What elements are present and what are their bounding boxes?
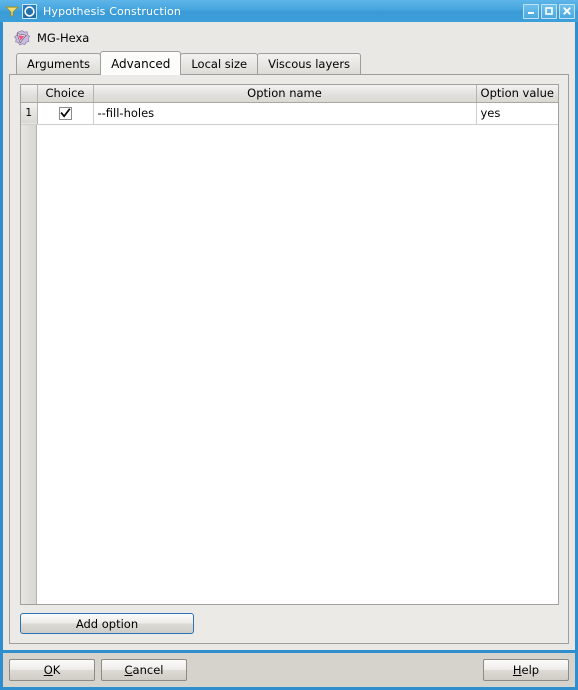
cancel-label-rest: ancel [132,663,164,677]
hypothesis-icon [22,3,37,19]
add-option-button[interactable]: Add option [20,613,194,634]
ok-label-rest: K [52,663,61,677]
hypothesis-name: MG-Hexa [37,31,90,45]
column-header-option-value[interactable]: Option value [476,85,558,103]
choice-checkbox[interactable] [58,107,72,120]
options-table-grid: Choice Option name Option value 1 --fill… [21,85,558,125]
help-mnemonic: H [512,663,522,677]
dialog-button-bar: OK Cancel Help [3,653,575,687]
tab-bar: Arguments Advanced Local size Viscous la… [9,51,569,75]
window-controls [523,3,575,19]
tab-arguments[interactable]: Arguments [16,53,102,74]
advanced-tab-panel: Choice Option name Option value 1 --fill… [9,74,569,644]
help-button[interactable]: Help [483,659,569,681]
ok-mnemonic: O [43,663,53,677]
table-header-row: Choice Option name Option value [21,85,558,103]
maximize-button[interactable] [541,3,557,19]
dialog-window: Hypothesis Construction MG-Hexa Argument… [0,0,578,690]
help-label-rest: elp [521,663,540,677]
add-option-row: Add option [20,613,559,634]
row-option-name[interactable]: --fill-holes [93,102,477,125]
options-table: Choice Option name Option value 1 --fill… [20,84,559,605]
column-header-option-name[interactable]: Option name [93,85,477,103]
column-header-choice[interactable]: Choice [37,85,94,103]
minimize-button[interactable] [523,3,539,19]
cancel-mnemonic: C [124,663,133,677]
tab-local-size[interactable]: Local size [180,53,259,74]
close-button[interactable] [559,3,575,19]
dialog-client-area: MG-Hexa Arguments Advanced Local size Vi… [3,22,575,650]
mesh-icon [4,3,20,19]
row-option-value[interactable]: yes [476,102,558,125]
row-number: 1 [21,102,38,125]
table-corner-header [21,85,38,103]
tab-advanced[interactable]: Advanced [100,51,182,75]
cancel-button[interactable]: Cancel [101,659,187,681]
table-row[interactable]: 1 --fill-holes yes [21,102,558,125]
table-blank-space [37,124,558,604]
row-choice-cell[interactable] [37,102,94,125]
hypothesis-header: MG-Hexa [9,28,569,48]
window-title: Hypothesis Construction [43,4,182,18]
ok-button[interactable]: OK [9,659,95,681]
tab-viscous-layers[interactable]: Viscous layers [257,53,362,74]
table-empty-area [21,124,558,604]
table-row-gutter [21,124,37,604]
title-bar: Hypothesis Construction [0,0,578,22]
hexa-mesh-icon [13,29,31,47]
